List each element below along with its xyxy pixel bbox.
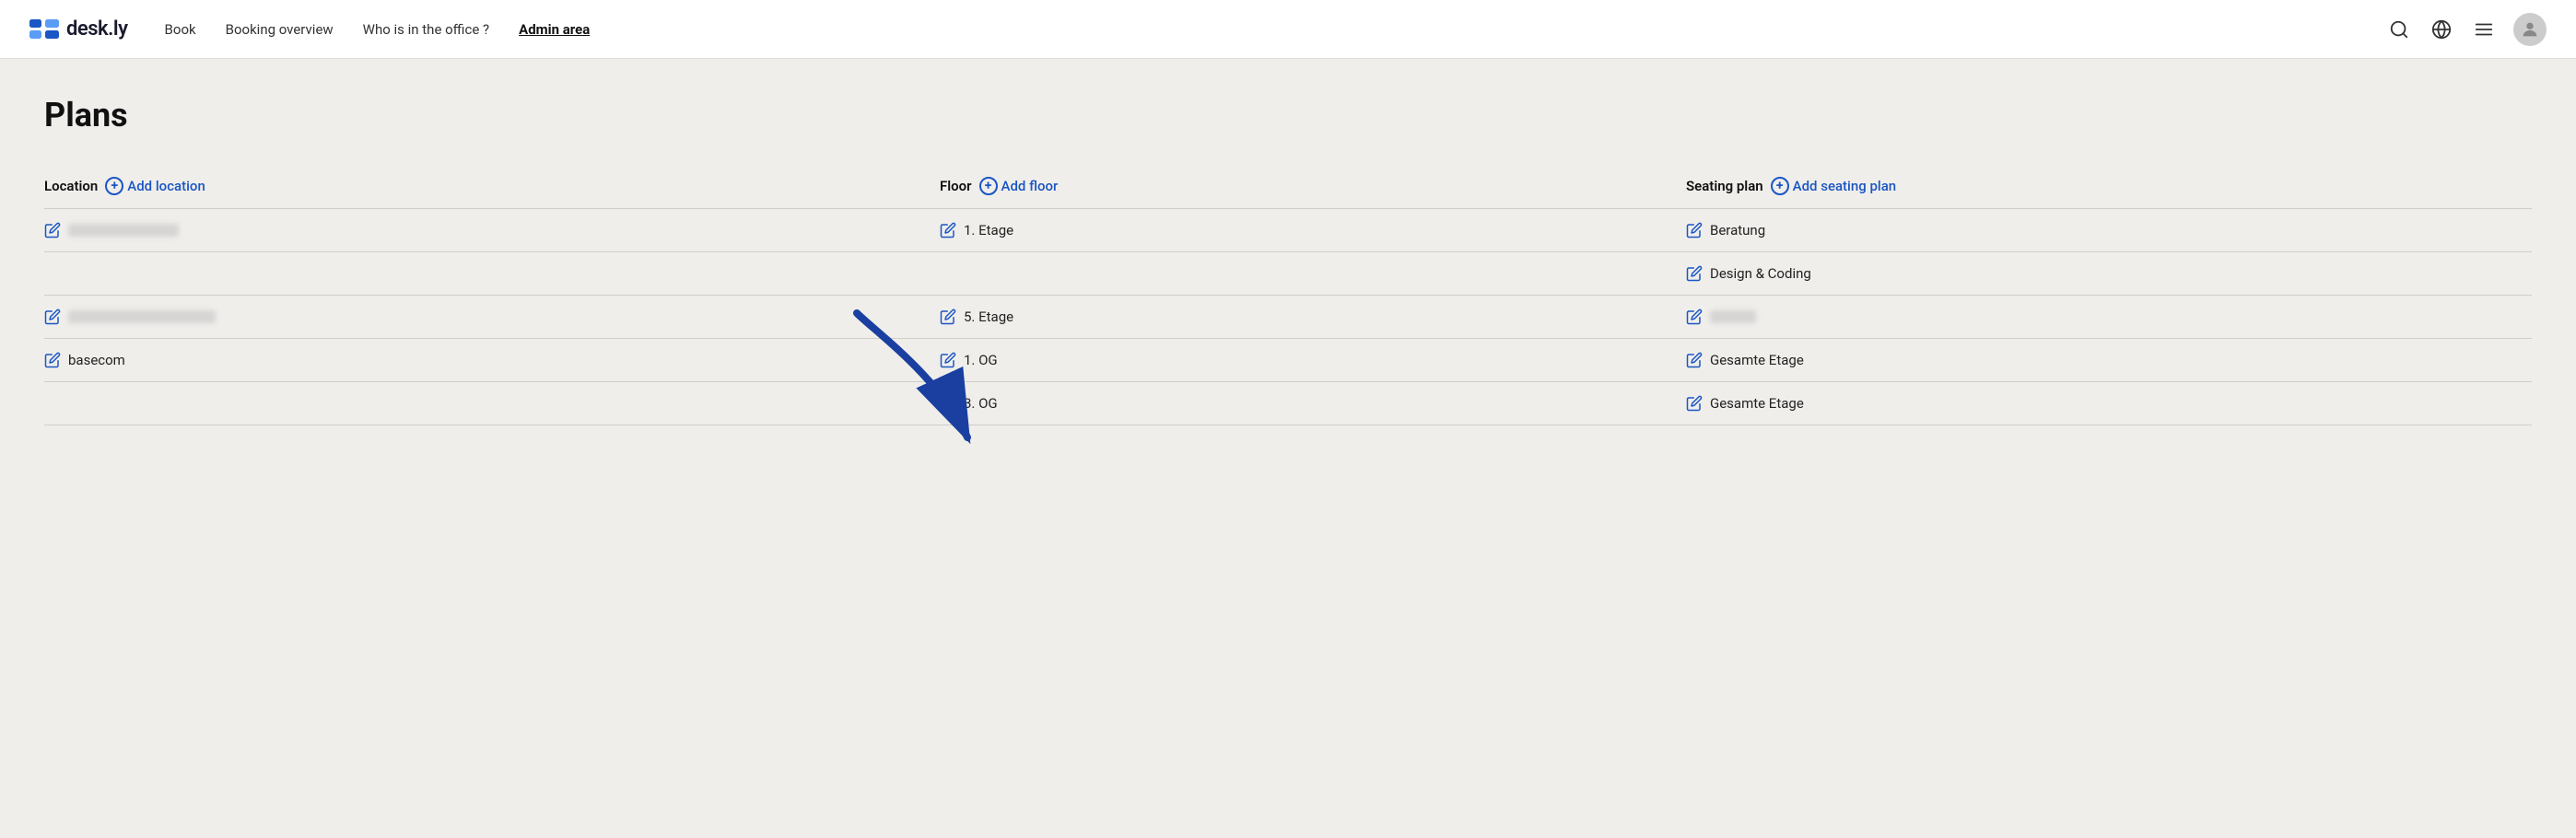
logo-text: desk.ly: [66, 17, 128, 41]
cell-floor-5: 3. OG: [940, 382, 1686, 425]
edit-location-1-icon[interactable]: [44, 222, 61, 239]
cell-seating-3: [1686, 296, 2532, 339]
edit-seating-4-icon[interactable]: [1686, 352, 1703, 368]
cell-location-5: [44, 382, 940, 425]
cell-location-3: [44, 296, 940, 339]
cell-floor-2: [940, 252, 1686, 296]
column-header-floor: Floor + Add floor: [940, 168, 1686, 209]
cell-location-1: [44, 209, 940, 252]
edit-location-3-icon[interactable]: [44, 308, 61, 325]
location-3-text: [68, 310, 216, 323]
header-actions: [2386, 13, 2547, 46]
column-header-seating-plan: Seating plan + Add seating plan: [1686, 168, 2532, 209]
table-row: 1. Etage Beratung: [44, 209, 2532, 252]
column-header-location: Location + Add location: [44, 168, 940, 209]
seating-2-text: Design & Coding: [1710, 265, 1811, 282]
edit-floor-1-icon[interactable]: [940, 222, 956, 239]
seating-4-text: Gesamte Etage: [1710, 352, 1804, 368]
plus-circle-seating: +: [1771, 177, 1789, 195]
plans-table: Location + Add location Floor + Add floo…: [44, 168, 2532, 425]
table-row: Design & Coding: [44, 252, 2532, 296]
add-location-link[interactable]: + Add location: [105, 177, 205, 195]
cell-seating-1: Beratung: [1686, 209, 2532, 252]
add-floor-link[interactable]: + Add floor: [979, 177, 1059, 195]
floor-1-text: 1. Etage: [964, 222, 1013, 239]
cell-seating-5: Gesamte Etage: [1686, 382, 2532, 425]
table-row: basecom 1. OG: [44, 339, 2532, 382]
plus-circle-floor: +: [979, 177, 998, 195]
seating-1-text: Beratung: [1710, 222, 1765, 239]
cell-floor-4: 1. OG: [940, 339, 1686, 382]
cell-location-2: [44, 252, 940, 296]
table-header-row: Location + Add location Floor + Add floo…: [44, 168, 2532, 209]
seating-3-text: [1710, 310, 1756, 323]
table-row: 5. Etage: [44, 296, 2532, 339]
table-row: 3. OG Gesamte Etage: [44, 382, 2532, 425]
cell-floor-3: 5. Etage: [940, 296, 1686, 339]
plus-circle-location: +: [105, 177, 123, 195]
user-avatar[interactable]: [2513, 13, 2547, 46]
edit-seating-3-icon[interactable]: [1686, 308, 1703, 325]
seating-5-text: Gesamte Etage: [1710, 395, 1804, 412]
location-1-text: [68, 224, 179, 237]
search-icon[interactable]: [2386, 17, 2412, 42]
cell-seating-2: Design & Coding: [1686, 252, 2532, 296]
edit-floor-5-icon[interactable]: [940, 395, 956, 412]
edit-seating-2-icon[interactable]: [1686, 265, 1703, 282]
edit-floor-3-icon[interactable]: [940, 308, 956, 325]
nav-book[interactable]: Book: [165, 21, 196, 38]
floor-5-text: 3. OG: [964, 395, 998, 412]
cell-location-4: basecom: [44, 339, 940, 382]
main-nav: Book Booking overview Who is in the offi…: [165, 21, 2386, 38]
nav-booking-overview[interactable]: Booking overview: [226, 21, 334, 38]
page-title: Plans: [44, 96, 2532, 134]
hamburger-menu-icon[interactable]: [2471, 17, 2497, 42]
header: desk.ly Book Booking overview Who is in …: [0, 0, 2576, 59]
edit-location-4-icon[interactable]: [44, 352, 61, 368]
floor-3-text: 5. Etage: [964, 308, 1013, 325]
nav-who-in-office[interactable]: Who is in the office ?: [363, 21, 489, 38]
logo[interactable]: desk.ly: [29, 17, 128, 41]
globe-icon[interactable]: [2429, 17, 2454, 42]
logo-icon: [29, 19, 59, 40]
cell-seating-4: Gesamte Etage: [1686, 339, 2532, 382]
floor-4-text: 1. OG: [964, 352, 998, 368]
add-seating-plan-link[interactable]: + Add seating plan: [1771, 177, 1897, 195]
page-content: Plans Location + Add location Floor: [0, 59, 2576, 462]
edit-seating-1-icon[interactable]: [1686, 222, 1703, 239]
edit-floor-4-icon[interactable]: [940, 352, 956, 368]
nav-admin-area[interactable]: Admin area: [519, 21, 590, 38]
location-4-text: basecom: [68, 352, 125, 368]
cell-floor-1: 1. Etage: [940, 209, 1686, 252]
edit-seating-5-icon[interactable]: [1686, 395, 1703, 412]
